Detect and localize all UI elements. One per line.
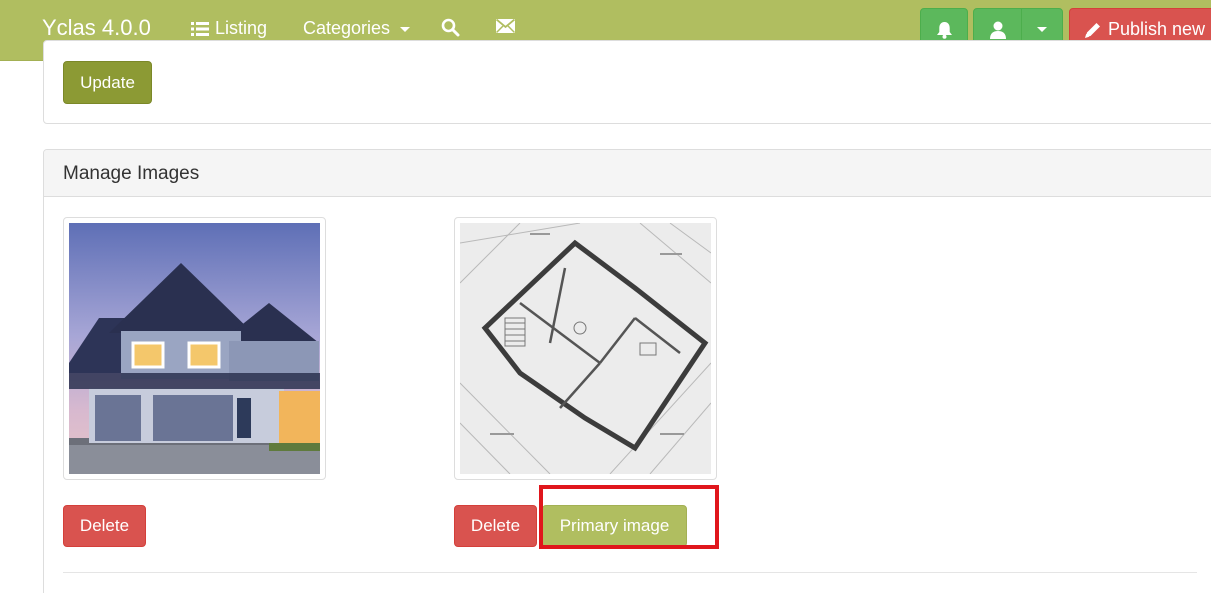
image-thumbnail-floorplan [454,217,717,480]
nav-listing-label: Listing [215,18,268,38]
envelope-icon [496,18,515,34]
nav-messages[interactable] [496,18,515,34]
user-icon [989,21,1006,39]
floorplan-image [460,223,711,474]
delete-image-button[interactable]: Delete [454,505,537,547]
chevron-down-icon [400,27,411,32]
list-icon [191,21,209,36]
nav-listing[interactable]: Listing [191,18,267,39]
house-image [69,223,320,474]
update-button[interactable]: Update [63,61,152,104]
nav-categories-dropdown[interactable]: Categories [303,18,411,39]
brand-logo[interactable]: Yclas 4.0.0 [42,15,151,41]
panel-title: Manage Images [63,163,200,184]
delete-image-button[interactable]: Delete [63,505,146,547]
panel-heading [44,150,1211,197]
nav-search[interactable] [441,18,460,37]
bell-icon [936,21,952,39]
pencil-icon [1085,22,1100,38]
chevron-down-icon [1037,27,1047,32]
listing-form-panel [43,40,1211,124]
nav-categories-label: Categories [303,18,391,38]
search-icon [441,18,460,37]
publish-new-label: Publish new [1108,19,1206,39]
highlight-annotation [539,485,719,549]
image-thumbnail-house [63,217,326,480]
divider [63,572,1197,573]
